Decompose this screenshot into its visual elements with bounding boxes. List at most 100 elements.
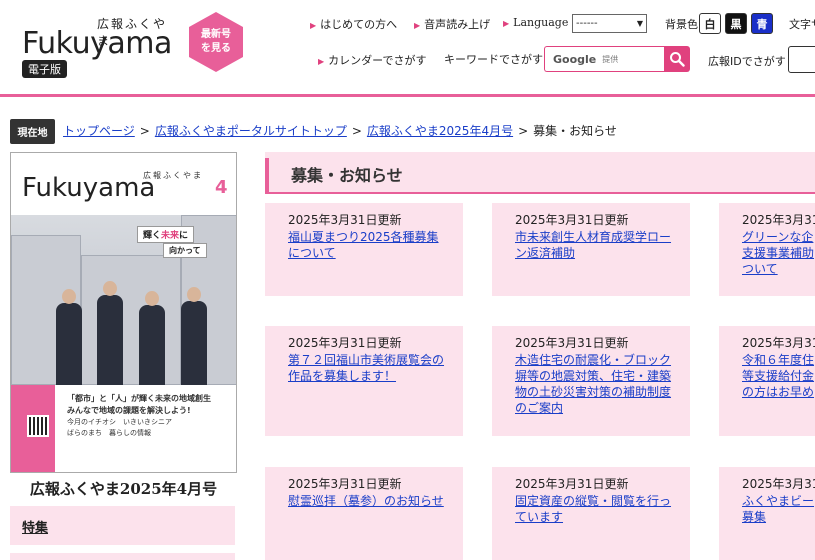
section-header: 募集・お知らせ bbox=[265, 152, 815, 194]
latest-issue-button[interactable]: 最新号 を見る bbox=[189, 12, 243, 72]
triangle-icon: ▶ bbox=[310, 21, 317, 30]
latest-issue-line1: 最新号 bbox=[201, 29, 231, 40]
issue-cover-image[interactable]: 広報ふくやま Fukuyama 4 輝く未来に 向かって 「都市」と「人」が輝く… bbox=[10, 152, 237, 473]
language-link: ▶ Language bbox=[503, 16, 568, 29]
sidebar-item-next[interactable] bbox=[10, 553, 235, 560]
logo-badge: 電子版 bbox=[22, 60, 67, 78]
card-date: 2025年3月31日更新 bbox=[515, 336, 629, 350]
person-head bbox=[187, 287, 201, 302]
news-card[interactable]: 2025年3月31日更新 第７２回福山市美術展覧会の 作品を募集します！ bbox=[265, 326, 463, 436]
keyword-search-input[interactable]: Google 提供 bbox=[544, 46, 664, 72]
news-card[interactable]: 2025年3月31日更新 市未来創生人材育成奨学ロー ン返済補助 bbox=[492, 203, 690, 296]
person-head bbox=[145, 291, 159, 306]
card-date: 2025年3月31 bbox=[742, 477, 815, 491]
sidebar-item-label: 特集 bbox=[22, 521, 49, 536]
cover-line: みんなで地域の課題を解決しよう! bbox=[67, 406, 191, 415]
card-title-link[interactable]: 令和６年度住 等支援給付金 の方はお早め bbox=[742, 352, 815, 400]
id-search-input[interactable] bbox=[788, 46, 815, 73]
card-title-link[interactable]: ふくやまビー 募集 bbox=[742, 493, 815, 525]
search-icon bbox=[670, 52, 685, 67]
card-date: 2025年3月31日更新 bbox=[288, 336, 402, 350]
news-card[interactable]: 2025年3月31日更新 固定資産の縦覧・閲覧を行っ ています bbox=[492, 467, 690, 560]
news-card[interactable]: 2025年3月31日更新 福山夏まつり2025各種募集 について bbox=[265, 203, 463, 296]
news-card[interactable]: 2025年3月31 グリーンな企 支援事業補助 ついて bbox=[719, 203, 815, 296]
chevron-down-icon: ▼ bbox=[636, 19, 643, 28]
person-head bbox=[103, 281, 117, 296]
logo-main-text: Fukuyama bbox=[22, 26, 172, 61]
card-date: 2025年3月31 bbox=[742, 213, 815, 227]
person-figure bbox=[181, 287, 207, 385]
first-time-label: はじめての方へ bbox=[320, 18, 398, 31]
card-title-link[interactable]: 市未来創生人材育成奨学ロー ン返済補助 bbox=[515, 229, 690, 261]
read-aloud-label: 音声読み上げ bbox=[424, 18, 491, 31]
breadcrumb-separator: > bbox=[351, 124, 362, 138]
search-button[interactable] bbox=[664, 46, 690, 72]
bg-black-button[interactable]: 黒 bbox=[725, 13, 747, 34]
bg-color-label: 背景色 bbox=[665, 18, 698, 31]
cover-banner-1-highlight: 未来 bbox=[161, 231, 180, 241]
font-size-label: 文字サイ bbox=[789, 18, 815, 31]
calendar-label: カレンダーでさがす bbox=[328, 54, 427, 67]
first-time-link[interactable]: ▶ はじめての方へ bbox=[310, 16, 397, 32]
card-title-link[interactable]: 固定資産の縦覧・閲覧を行っ ています bbox=[515, 493, 690, 525]
sidebar-item-feature[interactable]: 特集 bbox=[10, 506, 235, 546]
card-date: 2025年3月31日更新 bbox=[515, 213, 629, 227]
bg-white-button[interactable]: 白 bbox=[699, 13, 721, 34]
triangle-icon: ▶ bbox=[318, 57, 325, 66]
person-figure bbox=[97, 281, 123, 385]
qr-code-icon bbox=[27, 415, 49, 437]
news-card[interactable]: 2025年3月31日更新 慰霊巡拝（墓参）のお知らせ bbox=[265, 467, 463, 560]
cover-photo bbox=[11, 215, 236, 385]
header: 広報ふくやま Fukuyama 電子版 最新号 を見る ▶ はじめての方へ ▶ 音声… bbox=[0, 0, 815, 94]
keyword-label: キーワードでさがす bbox=[444, 53, 543, 66]
person-figure bbox=[56, 289, 82, 385]
breadcrumb-separator: > bbox=[518, 124, 529, 138]
card-title-link[interactable]: グリーンな企 支援事業補助 ついて bbox=[742, 229, 815, 277]
cover-line: ばらのまち 暮らしの情報 bbox=[67, 429, 151, 437]
cover-logo: Fukuyama bbox=[22, 173, 156, 203]
breadcrumb-portal[interactable]: 広報ふくやまポータルサイトトップ bbox=[155, 124, 347, 138]
card-title-link[interactable]: 木造住宅の耐震化・ブロック 塀等の地震対策、住宅・建築 物の土砂災害対策の補助制… bbox=[515, 352, 690, 416]
cover-banner-1a: 輝く bbox=[143, 231, 162, 241]
search-provided: 提供 bbox=[602, 54, 619, 64]
person-head bbox=[62, 289, 76, 304]
site-logo[interactable]: 広報ふくやま Fukuyama 電子版 bbox=[22, 12, 172, 78]
page: 広報ふくやま Fukuyama 電子版 最新号 を見る ▶ はじめての方へ ▶ 音声… bbox=[0, 0, 815, 560]
building-shape bbox=[81, 255, 181, 385]
page-title: 募集・お知らせ bbox=[291, 166, 403, 185]
issue-caption: 広報ふくやま2025年4月号 bbox=[29, 480, 218, 498]
news-card[interactable]: 2025年3月31日更新 木造住宅の耐震化・ブロック 塀等の地震対策、住宅・建築… bbox=[492, 326, 690, 436]
search-brand: Google bbox=[553, 52, 597, 66]
news-card[interactable]: 2025年3月31 ふくやまビー 募集 bbox=[719, 467, 815, 560]
cover-line: 「都市」と「人」が輝く未来の地域創生 bbox=[67, 394, 211, 403]
section-accent-bar bbox=[265, 158, 269, 192]
read-aloud-link[interactable]: ▶ 音声読み上げ bbox=[414, 16, 490, 32]
cover-banner-2: 向かって bbox=[163, 243, 207, 258]
breadcrumb-separator: > bbox=[139, 124, 150, 138]
cover-number: 4 bbox=[215, 177, 228, 198]
cover-banner-1b: に bbox=[179, 231, 189, 241]
language-label: Language bbox=[513, 16, 569, 29]
breadcrumb-top[interactable]: トップページ bbox=[63, 124, 135, 138]
breadcrumb-tag: 現在地 bbox=[10, 119, 55, 144]
card-title-link[interactable]: 第７２回福山市美術展覧会の 作品を募集します！ bbox=[288, 352, 463, 384]
card-date: 2025年3月31日更新 bbox=[515, 477, 629, 491]
breadcrumb-current: 募集・お知らせ bbox=[533, 124, 617, 138]
card-title-link[interactable]: 慰霊巡拝（墓参）のお知らせ bbox=[288, 493, 463, 509]
bg-blue-button[interactable]: 青 bbox=[751, 13, 773, 34]
person-figure bbox=[139, 291, 165, 385]
triangle-icon: ▶ bbox=[414, 21, 421, 30]
card-title-link[interactable]: 福山夏まつり2025各種募集 について bbox=[288, 229, 463, 261]
language-value: ------ bbox=[576, 18, 598, 29]
latest-issue-line2: を見る bbox=[201, 43, 231, 54]
id-search-label: 広報IDでさがす bbox=[708, 55, 786, 68]
breadcrumb-issue[interactable]: 広報ふくやま2025年4月号 bbox=[367, 124, 513, 138]
card-date: 2025年3月31日更新 bbox=[288, 477, 402, 491]
news-card[interactable]: 2025年3月31 令和６年度住 等支援給付金 の方はお早め bbox=[719, 326, 815, 436]
calendar-link[interactable]: ▶ カレンダーでさがす bbox=[318, 52, 427, 68]
card-date: 2025年3月31 bbox=[742, 336, 815, 350]
header-divider bbox=[0, 94, 815, 97]
cover-contents-text: 「都市」と「人」が輝く未来の地域創生 みんなで地域の課題を解決しよう! 今月のイ… bbox=[67, 393, 211, 439]
breadcrumb: トップページ > 広報ふくやまポータルサイトトップ > 広報ふくやま2025年4月号 > 募… bbox=[63, 122, 617, 139]
language-select[interactable]: ------ ▼ bbox=[572, 14, 647, 33]
